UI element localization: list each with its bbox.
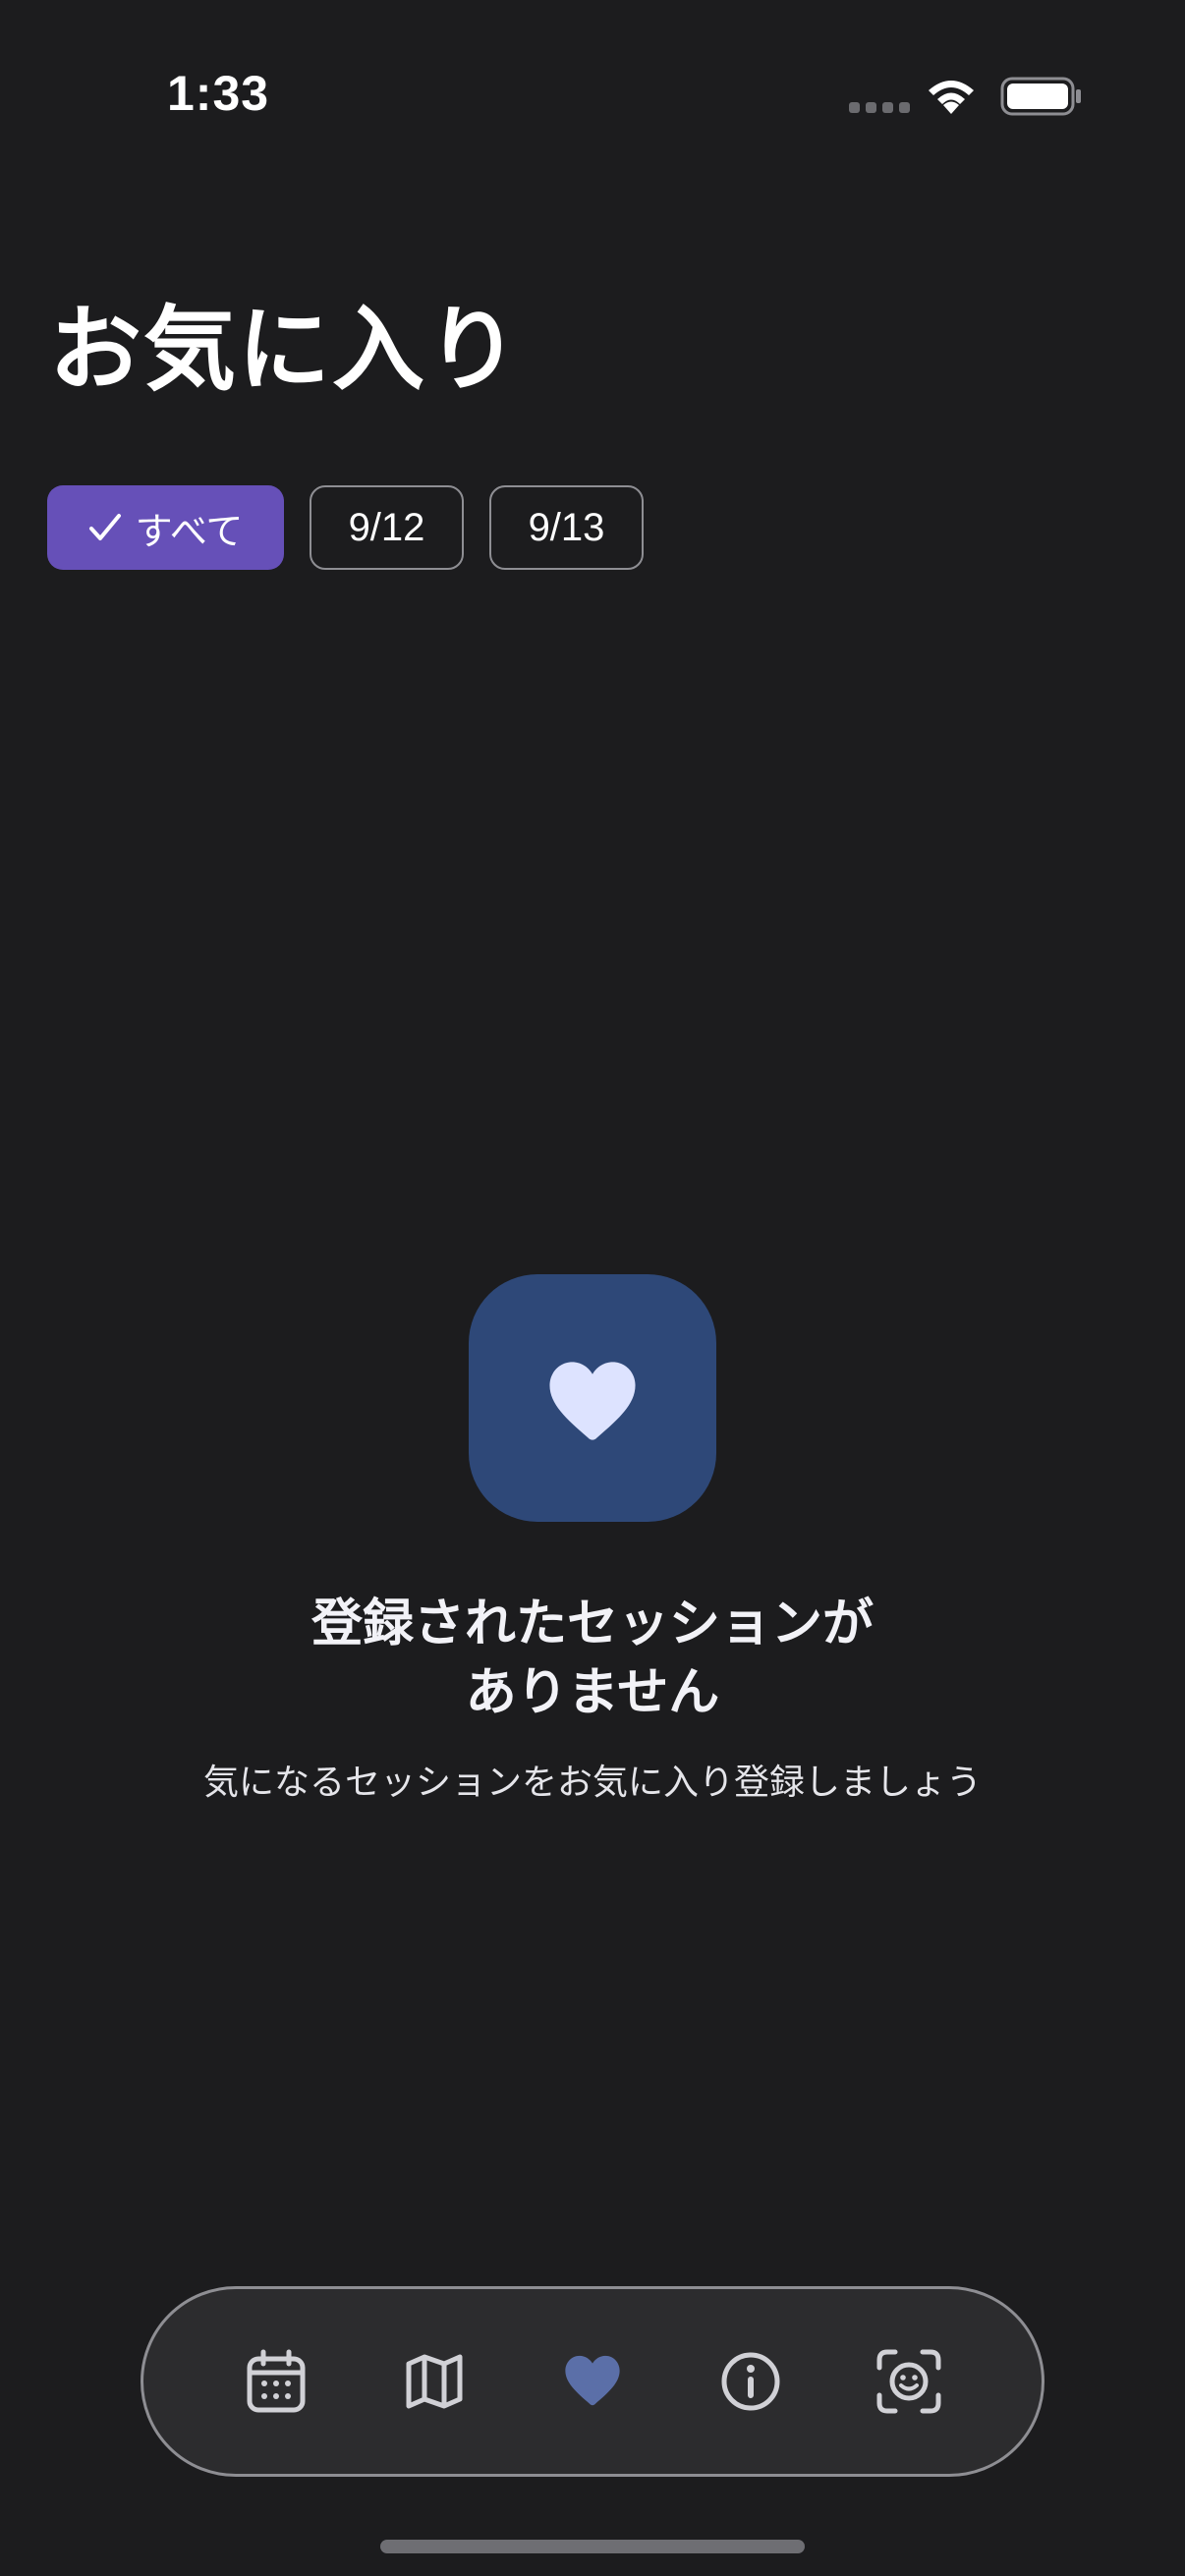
info-icon [721,2352,780,2411]
checkmark-icon [88,514,121,540]
empty-state-title-line2: ありません [465,1663,720,1722]
tab-info[interactable] [702,2332,800,2431]
filter-chip-label: すべて [135,509,244,553]
tab-profile-card[interactable] [860,2332,958,2431]
filter-chip-label: 9/12 [348,505,425,549]
cellular-dots-icon [849,102,910,113]
empty-state-title: 登録されたセッションが ありません [0,1590,1185,1727]
empty-state-subtitle: 気になるセッションをお気に入り登録しましょう [202,1763,982,1803]
heart-icon [565,2355,620,2406]
tab-favorites[interactable] [543,2332,642,2431]
empty-state-icon-tile [469,1274,716,1522]
wifi-icon [929,81,974,114]
filter-chip-9-13[interactable]: 9/13 [489,485,644,570]
empty-state-title-line1: 登録されたセッションが [310,1595,874,1653]
battery-icon [1000,77,1081,116]
face-scan-icon [876,2349,941,2414]
map-icon [406,2354,463,2409]
calendar-icon [247,2349,306,2413]
tab-map[interactable] [385,2332,483,2431]
filter-chip-label: 9/13 [528,505,605,549]
filter-chip-all[interactable]: すべて [47,485,284,570]
page-title: お気に入り [49,297,522,404]
tab-bar [141,2286,1044,2477]
heart-icon [549,1362,636,1440]
filter-chips: すべて 9/12 9/13 [47,485,644,570]
status-time: 1:33 [167,66,270,121]
home-indicator[interactable] [380,2540,805,2553]
filter-chip-9-12[interactable]: 9/12 [310,485,464,570]
tab-timetable[interactable] [227,2332,325,2431]
